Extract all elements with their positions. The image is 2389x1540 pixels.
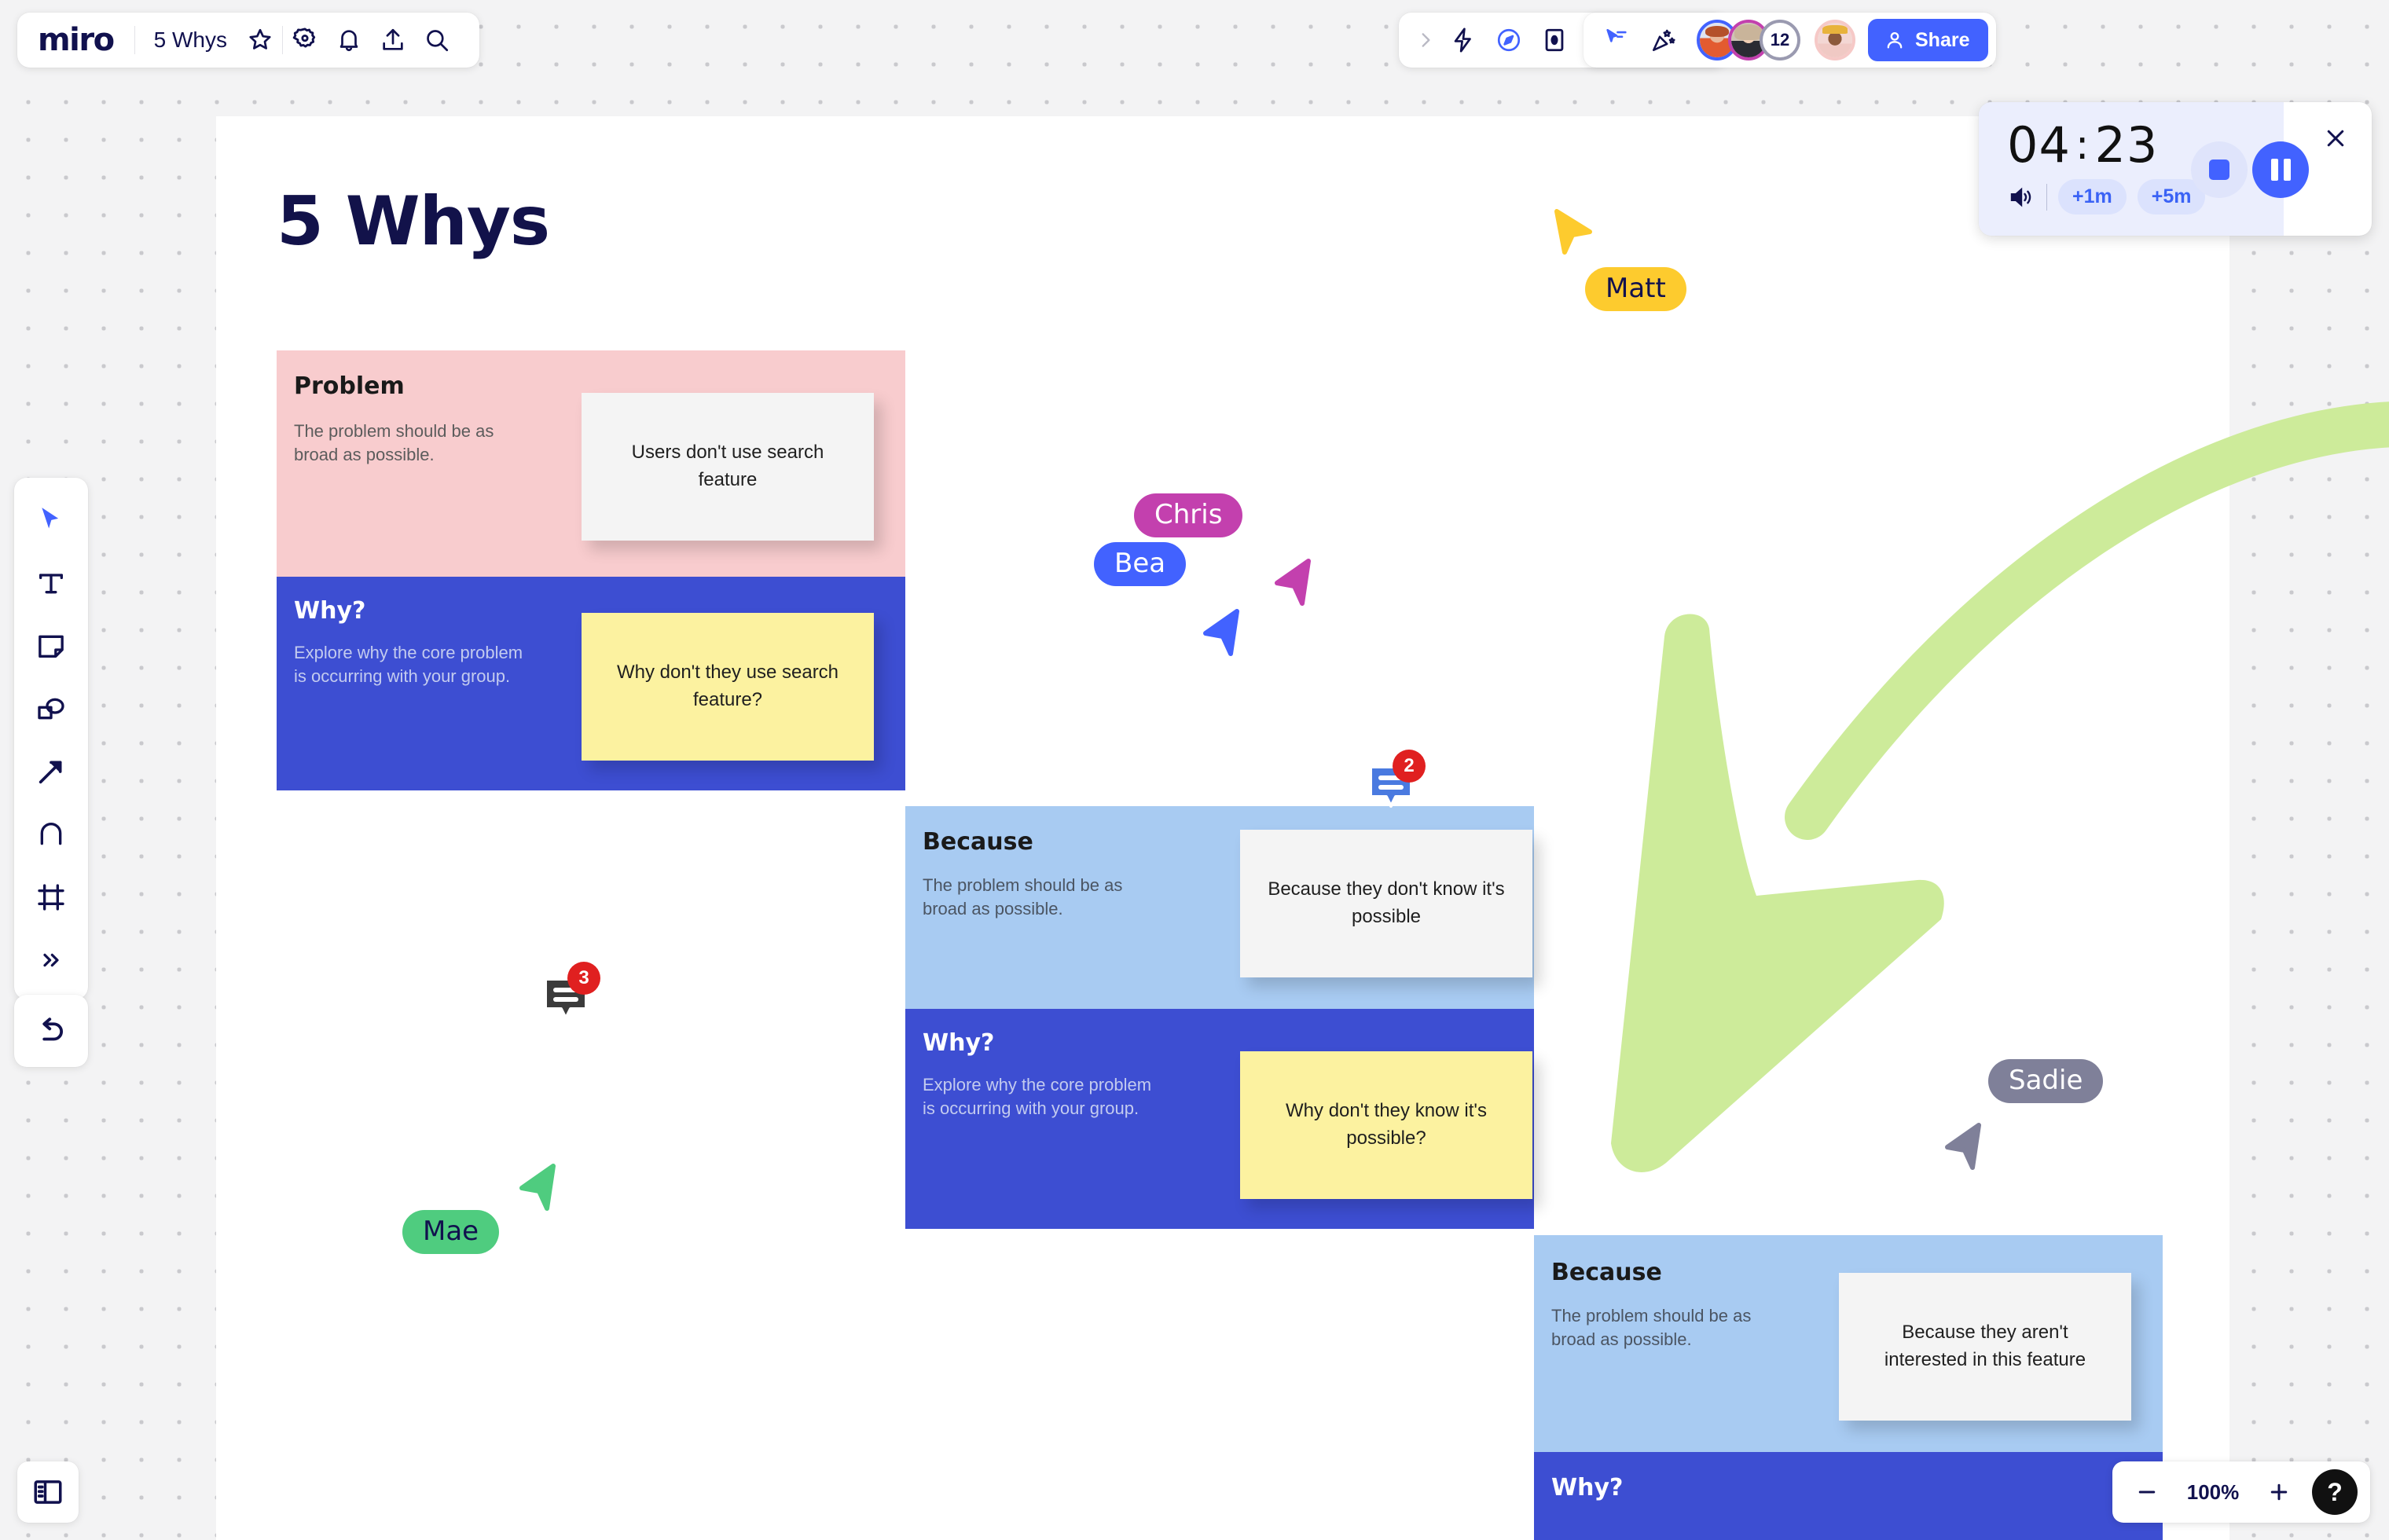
cursor-pointer-icon bbox=[1275, 559, 1311, 606]
because-block-2-title: Because bbox=[1551, 1259, 1662, 1286]
timer-close-button[interactable] bbox=[2317, 119, 2354, 157]
zoom-level-label[interactable]: 100% bbox=[2174, 1480, 2252, 1505]
why-block-1-desc: Explore why the core problem is occurrin… bbox=[294, 643, 523, 686]
more-tools-button[interactable] bbox=[21, 929, 81, 992]
problem-block-title: Problem bbox=[294, 372, 405, 400]
sticky-note-because-1[interactable]: Because they don't know it's possible bbox=[1240, 830, 1532, 977]
pen-icon bbox=[40, 823, 62, 845]
board-title[interactable]: 5 Whys bbox=[135, 28, 238, 53]
speaker-icon[interactable] bbox=[2007, 183, 2035, 211]
timer-stop-button[interactable] bbox=[2191, 141, 2248, 198]
arrow-icon bbox=[39, 761, 62, 784]
bell-icon[interactable] bbox=[327, 18, 371, 62]
sticky-note-icon bbox=[39, 635, 64, 658]
why-block-1-title: Why? bbox=[294, 597, 366, 625]
gear-icon[interactable] bbox=[283, 18, 327, 62]
zoom-out-button[interactable] bbox=[2125, 1470, 2169, 1514]
chevron-right-icon[interactable] bbox=[1411, 18, 1440, 62]
undo-icon bbox=[42, 1018, 64, 1041]
left-toolbar bbox=[14, 478, 88, 999]
lightning-icon[interactable] bbox=[1441, 18, 1485, 62]
pause-icon bbox=[2270, 159, 2291, 181]
timer-minutes: 04 bbox=[2007, 116, 2071, 174]
header-right-bar: 12 Share bbox=[1583, 13, 1997, 68]
cursor-label-sadie: Sadie bbox=[1988, 1059, 2104, 1103]
cursor-share-icon[interactable] bbox=[1595, 18, 1639, 62]
celebrate-icon[interactable] bbox=[1642, 18, 1686, 62]
comment-count-badge: 2 bbox=[1393, 750, 1426, 783]
share-button-label: Share bbox=[1915, 28, 1970, 51]
stop-icon bbox=[2209, 160, 2229, 180]
page-title: 5 Whys bbox=[277, 182, 550, 261]
green-curved-arrow bbox=[1611, 402, 2389, 1172]
cursor-label-bea: Bea bbox=[1094, 542, 1187, 586]
text-tool[interactable] bbox=[21, 552, 81, 614]
why-block-2-desc: Explore why the core problem is occurrin… bbox=[923, 1075, 1152, 1118]
why-block-3-title: Why? bbox=[1551, 1474, 1624, 1502]
cursor-pointer-icon bbox=[1554, 209, 1592, 255]
miro-logo[interactable]: miro bbox=[38, 22, 134, 58]
comment-pin-blue[interactable]: 2 bbox=[1367, 750, 1426, 816]
zoom-in-button[interactable] bbox=[2257, 1470, 2301, 1514]
because-block-1-desc: The problem should be as broad as possib… bbox=[923, 875, 1123, 918]
divider bbox=[2046, 183, 2047, 211]
sticky-note-why-1[interactable]: Why don't they use search feature? bbox=[582, 613, 874, 761]
cursor-pointer-icon bbox=[1945, 1123, 1981, 1170]
timer-separator: : bbox=[2075, 122, 2090, 169]
cursor-label-matt: Matt bbox=[1585, 267, 1686, 311]
compass-icon[interactable] bbox=[1487, 18, 1531, 62]
sticky-note-problem[interactable]: Users don't use search feature bbox=[582, 393, 874, 541]
timer-pause-button[interactable] bbox=[2252, 141, 2309, 198]
avatar-photo bbox=[1818, 23, 1852, 57]
undo-button[interactable] bbox=[14, 995, 88, 1067]
sticky-note-because-2[interactable]: Because they aren't interested in this f… bbox=[1839, 1273, 2131, 1421]
sticky-note-tool[interactable] bbox=[21, 614, 81, 677]
text-icon bbox=[39, 574, 64, 594]
connector-tool[interactable] bbox=[21, 740, 81, 803]
cursor-pointer-icon bbox=[1203, 609, 1239, 656]
miro-board-app: 5 Whys Problem The problem should be as … bbox=[0, 0, 2389, 1540]
search-icon[interactable] bbox=[415, 18, 459, 62]
timer-seconds: 23 bbox=[2094, 116, 2159, 174]
comment-count-badge: 3 bbox=[567, 962, 600, 995]
shapes-icon bbox=[38, 698, 64, 720]
timer-widget: 04 : 23 +1m +5m bbox=[1979, 102, 2372, 236]
header-left-bar: miro 5 Whys bbox=[17, 13, 479, 68]
collaborator-avatars: 12 bbox=[1697, 20, 1855, 60]
zoom-in-icon bbox=[2270, 1483, 2288, 1501]
cursor-label-chris: Chris bbox=[1134, 493, 1243, 537]
upload-icon[interactable] bbox=[371, 18, 415, 62]
frame-tool[interactable] bbox=[21, 866, 81, 929]
comment-pin-dark[interactable]: 3 bbox=[542, 962, 600, 1028]
side-panel-icon bbox=[34, 1480, 62, 1504]
avatar-overflow-count[interactable]: 12 bbox=[1760, 20, 1800, 60]
shapes-tool[interactable] bbox=[21, 677, 81, 740]
because-block-1-title: Because bbox=[923, 828, 1033, 856]
zoom-controls: 100% ? bbox=[2112, 1461, 2370, 1523]
chevron-double-right-icon bbox=[43, 953, 59, 967]
zoom-out-icon bbox=[2138, 1490, 2156, 1494]
problem-block-desc: The problem should be as broad as possib… bbox=[294, 421, 494, 464]
avatar-current-user[interactable] bbox=[1815, 20, 1855, 60]
cursor-label-mae: Mae bbox=[402, 1210, 500, 1254]
star-icon[interactable] bbox=[238, 18, 282, 62]
person-icon bbox=[1887, 31, 1903, 49]
pen-tool[interactable] bbox=[21, 803, 81, 866]
frame-icon[interactable] bbox=[1532, 18, 1576, 62]
side-panel-toggle[interactable] bbox=[17, 1461, 79, 1523]
close-icon bbox=[2327, 130, 2344, 147]
select-tool[interactable] bbox=[21, 489, 81, 552]
timer-add-1m-button[interactable]: +1m bbox=[2058, 179, 2127, 214]
cursor-icon bbox=[42, 508, 59, 529]
help-button[interactable]: ? bbox=[2312, 1469, 2358, 1515]
cursor-pointer-icon bbox=[519, 1164, 556, 1211]
because-block-2-desc: The problem should be as broad as possib… bbox=[1551, 1306, 1752, 1349]
share-button[interactable]: Share bbox=[1868, 19, 1989, 61]
sticky-note-why-2[interactable]: Why don't they know it's possible? bbox=[1240, 1051, 1532, 1199]
timer-display: 04 : 23 bbox=[2007, 116, 2158, 174]
why-block-3[interactable]: Why? bbox=[1534, 1452, 2163, 1540]
why-block-2-title: Why? bbox=[923, 1029, 995, 1057]
timer-controls: +1m +5m bbox=[2007, 179, 2206, 214]
frame-icon bbox=[38, 884, 64, 911]
